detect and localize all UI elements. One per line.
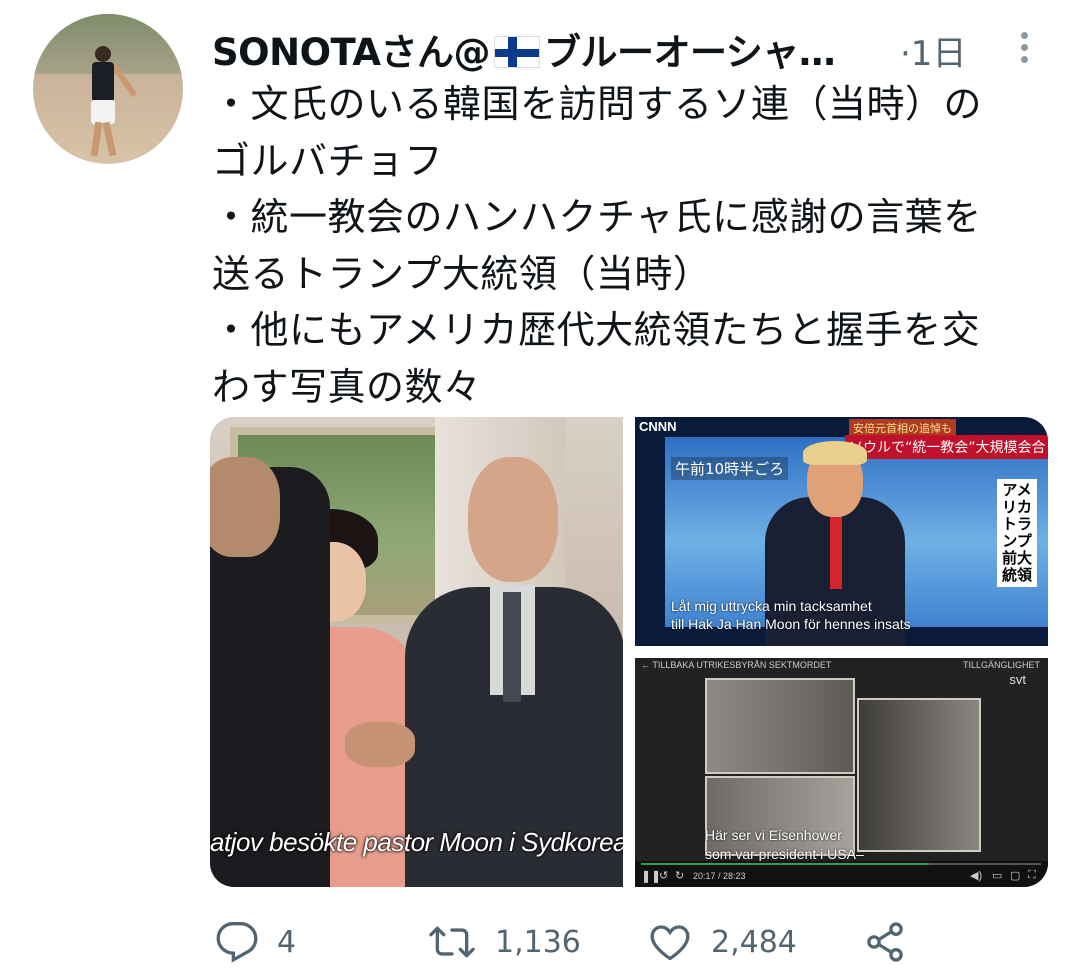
svt-breadcrumb[interactable]: ← TILLBAKA UTRIKESBYRÅN SEKTMORDET — [641, 660, 831, 670]
like-icon — [650, 925, 690, 961]
video-subtitle: Här ser vi Eisenhower som var president … — [705, 827, 864, 862]
reply-icon — [216, 922, 258, 963]
tweet-time[interactable]: ·1日 — [900, 26, 966, 75]
tweet-header: SONOTAさん@ ブルーオーシャ… ·1日 — [212, 18, 1032, 74]
settings-icon[interactable]: ▢ — [1010, 869, 1020, 882]
forward-icon[interactable]: ↻ — [675, 869, 684, 882]
svt-accessibility[interactable]: TILLGÄNGLIGHET — [963, 660, 1040, 670]
share-button[interactable] — [863, 916, 907, 968]
media-photo-svt[interactable]: ← TILLBAKA UTRIKESBYRÅN SEKTMORDET TILLG… — [635, 658, 1048, 887]
retweet-icon — [429, 926, 475, 958]
subtitles-icon[interactable]: ▭ — [992, 869, 1002, 882]
news-logo: CNNN — [639, 419, 677, 434]
avatar[interactable] — [33, 14, 183, 164]
finland-flag-icon — [494, 36, 541, 68]
reply-count: 4 — [277, 924, 297, 960]
media-photo-trump[interactable]: CNNN 安倍元首相の追悼も ソウルで“統一教会”大規模会合 午前10時半ごろ … — [635, 417, 1048, 646]
svt-logo: svt — [1009, 672, 1026, 687]
like-button[interactable]: 2,484 — [647, 916, 797, 968]
tweet-text: ・文氏のいる韓国を訪問するソ連（当時）の ゴルバチョフ ・統一教会のハンハクチャ… — [212, 82, 983, 409]
volume-icon[interactable]: ◀) — [970, 869, 982, 882]
fullscreen-icon[interactable]: ⛶ — [1028, 869, 1036, 882]
share-icon — [867, 922, 903, 962]
media-photo-gorbachev[interactable]: atjov besökte pastor Moon i Sydkorea — [210, 417, 623, 887]
video-subtitle: atjov besökte pastor Moon i Sydkorea — [210, 827, 623, 857]
news-caption: ソウルで“統一教会”大規模会合 — [845, 435, 1048, 459]
video-progress[interactable] — [641, 863, 1041, 865]
news-time-label: 午前10時半ごろ — [671, 457, 789, 480]
retweet-count: 1,136 — [495, 924, 581, 960]
svt-top-bar: ← TILLBAKA UTRIKESBYRÅN SEKTMORDET TILLG… — [635, 658, 1048, 672]
video-subtitle: Låt mig uttrycka min tacksamhet till Hak… — [671, 598, 911, 632]
news-vertical-label: アメリカトランプ前大統領 — [997, 479, 1037, 587]
media-grid: atjov besökte pastor Moon i Sydkorea CNN… — [210, 417, 1048, 887]
tweet-actions: 4 1,136 2,484 — [215, 916, 1035, 968]
more-icon[interactable] — [1012, 28, 1036, 68]
timecode: 20:17 / 28:23 — [693, 871, 746, 881]
display-name-suffix: ブルーオーシャ… — [544, 31, 836, 74]
display-name[interactable]: SONOTAさん@ ブルーオーシャ… — [212, 22, 836, 76]
rewind-icon[interactable]: ↺ — [659, 869, 668, 882]
video-controls: ❚❚ ↺ ↻ 20:17 / 28:23 ◀) ▭ ▢ ⛶ — [635, 861, 1048, 887]
like-count: 2,484 — [711, 924, 797, 960]
retweet-button[interactable]: 1,136 — [427, 916, 581, 968]
display-name-text: SONOTAさん@ — [212, 31, 491, 74]
reply-button[interactable]: 4 — [215, 916, 296, 968]
